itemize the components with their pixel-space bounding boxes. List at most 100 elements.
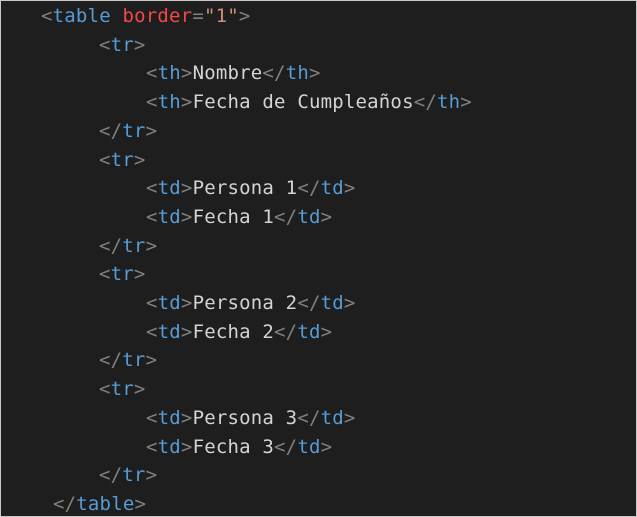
code-line: <tr> — [99, 31, 146, 59]
tag-name-token: tr — [122, 234, 146, 257]
punctuation-token: > — [320, 205, 333, 228]
tag-name-token: th — [285, 62, 309, 85]
code-line: <td>Fecha 2</td> — [146, 318, 332, 346]
punctuation-token: < — [99, 33, 111, 56]
punctuation-token: > — [145, 349, 158, 372]
punctuation-token: > — [343, 406, 356, 429]
code-line: <td>Fecha 3</td> — [146, 433, 332, 461]
code-line: <td>Persona 3</td> — [146, 404, 356, 432]
tag-name-token: td — [157, 435, 181, 458]
code-line: <td>Persona 2</td> — [146, 289, 356, 317]
text-content-token: Fecha 1 — [192, 205, 275, 228]
code-line: </tr> — [99, 461, 157, 489]
code-line: </tr> — [99, 117, 157, 145]
code-line: </table> — [53, 490, 147, 516]
tag-name-token: th — [157, 91, 181, 114]
punctuation-token: > — [133, 148, 146, 171]
punctuation-token: </ — [53, 492, 77, 515]
tag-name-token: td — [157, 406, 181, 429]
punctuation-token: </ — [297, 406, 321, 429]
text-content-token: Fecha de Cumpleaños — [192, 91, 414, 114]
tag-name-token: td — [320, 292, 344, 314]
punctuation-token: < — [99, 148, 111, 171]
punctuation-token: > — [320, 320, 333, 343]
punctuation-token: > — [134, 492, 147, 515]
punctuation-token: > — [180, 91, 193, 114]
text-content-token: Fecha 3 — [192, 435, 275, 458]
punctuation-token: > — [308, 62, 321, 85]
punctuation-token: > — [180, 205, 193, 228]
punctuation-token: < — [146, 91, 158, 114]
tag-name-token: td — [157, 292, 181, 314]
text-content-token — [111, 5, 123, 27]
punctuation-token: > — [180, 177, 193, 200]
punctuation-token: </ — [274, 205, 298, 228]
punctuation-token: </ — [262, 62, 286, 85]
punctuation-token: > — [180, 406, 193, 429]
attribute-value-token: "1" — [203, 5, 239, 27]
punctuation-token: < — [146, 320, 158, 343]
text-content-token: Persona 2 — [192, 292, 298, 314]
text-content-token: Persona 1 — [192, 177, 298, 200]
punctuation-token: < — [146, 62, 158, 85]
punctuation-token: > — [180, 292, 193, 314]
punctuation-token: > — [320, 435, 333, 458]
tag-name-token: tr — [110, 263, 134, 286]
text-content-token: Nombre — [192, 62, 263, 85]
tag-name-token: table — [52, 5, 111, 27]
tag-name-token: td — [157, 177, 181, 200]
punctuation-token: > — [238, 5, 251, 27]
attribute-name-token: border — [122, 5, 193, 27]
tag-name-token: tr — [110, 33, 134, 56]
tag-name-token: table — [76, 492, 135, 515]
punctuation-token: </ — [99, 464, 123, 487]
punctuation-token: </ — [274, 435, 298, 458]
punctuation-token: < — [146, 205, 158, 228]
code-line: <table border="1"> — [41, 2, 251, 30]
punctuation-token: < — [99, 263, 111, 286]
text-content-token: Fecha 2 — [192, 320, 275, 343]
punctuation-token: </ — [297, 292, 321, 314]
punctuation-token: </ — [297, 177, 321, 200]
code-line: <th>Fecha de Cumpleaños</th> — [146, 88, 472, 116]
code-line: <th>Nombre</th> — [146, 59, 321, 87]
punctuation-token: > — [133, 33, 146, 56]
punctuation-token: < — [146, 292, 158, 314]
code-editor[interactable]: <table border="1"> <tr> <th>Nombre</th> <th… — [0, 0, 637, 517]
punctuation-token: < — [99, 378, 111, 401]
code-line: <td>Fecha 1</td> — [146, 203, 332, 231]
punctuation-token: < — [146, 177, 158, 200]
tag-name-token: td — [297, 320, 321, 343]
code-line: <tr> — [99, 146, 146, 174]
punctuation-token: </ — [99, 119, 123, 142]
tag-name-token: td — [320, 406, 344, 429]
punctuation-token: < — [146, 435, 158, 458]
tag-name-token: tr — [122, 464, 146, 487]
punctuation-token: < — [41, 5, 53, 27]
code-line: <tr> — [99, 375, 146, 403]
code-line: </tr> — [99, 232, 157, 260]
tag-name-token: td — [297, 435, 321, 458]
punctuation-token: > — [145, 119, 158, 142]
punctuation-token: > — [133, 263, 146, 286]
punctuation-token: > — [343, 292, 356, 314]
punctuation-token: < — [146, 406, 158, 429]
tag-name-token: th — [157, 62, 181, 85]
tag-name-token: tr — [122, 119, 146, 142]
punctuation-token: > — [145, 234, 158, 257]
code-line: <tr> — [99, 260, 146, 288]
punctuation-token: > — [460, 91, 472, 114]
punctuation-token: </ — [99, 234, 123, 257]
tag-name-token: td — [320, 177, 344, 200]
punctuation-token: </ — [274, 320, 298, 343]
code-line: <td>Persona 1</td> — [146, 174, 356, 202]
tag-name-token: tr — [110, 148, 134, 171]
tag-name-token: tr — [110, 378, 134, 401]
tag-name-token: td — [157, 205, 181, 228]
tag-name-token: td — [157, 320, 181, 343]
punctuation-token: = — [192, 5, 204, 27]
punctuation-token: > — [180, 320, 193, 343]
punctuation-token: > — [343, 177, 356, 200]
punctuation-token: > — [180, 62, 193, 85]
punctuation-token: </ — [99, 349, 123, 372]
